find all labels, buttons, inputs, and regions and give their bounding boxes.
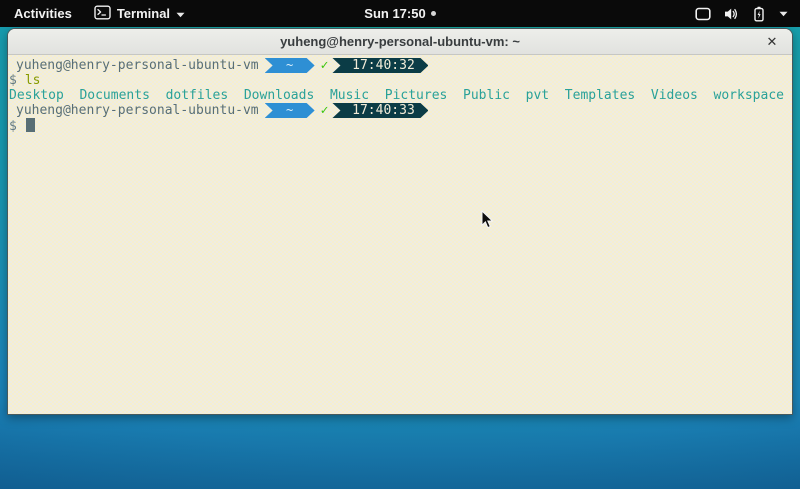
battery-charging-icon: [752, 6, 766, 22]
file-item: Downloads: [244, 88, 314, 103]
chevron-down-icon: [176, 6, 185, 21]
file-item: workspace: [714, 88, 784, 103]
command-line: $ ls: [9, 73, 791, 88]
file-item: Documents: [79, 88, 149, 103]
notification-dot: [431, 11, 436, 16]
terminal-icon: [94, 5, 111, 23]
powerline-time-segment: 17:40:33: [332, 103, 428, 118]
status-check-icon: ✓: [321, 103, 329, 118]
file-item: Templates: [565, 88, 635, 103]
top-bar: Activities Terminal Sun 17:50: [0, 0, 800, 27]
file-item: Videos: [651, 88, 698, 103]
prompt-user-host: yuheng@henry-personal-ubuntu-vm: [16, 103, 259, 118]
powerline-time-segment: 17:40:32: [332, 58, 428, 73]
powerline-cwd-segment: ~: [265, 103, 315, 118]
file-item: dotfiles: [166, 88, 229, 103]
typed-command: ls: [25, 73, 41, 88]
current-input-line: $: [9, 118, 791, 133]
close-icon[interactable]: ✕: [761, 29, 783, 55]
file-item: Desktop: [9, 88, 64, 103]
prompt-line: yuheng@henry-personal-ubuntu-vm ~ ✓ 17:4…: [9, 103, 791, 118]
terminal-window: yuheng@henry-personal-ubuntu-vm: ~ ✕ yuh…: [7, 28, 793, 415]
file-list: Desktop Documents dotfiles Downloads Mus…: [9, 88, 791, 103]
app-menu-label: Terminal: [117, 6, 170, 21]
terminal-cursor: [26, 118, 35, 132]
window-titlebar[interactable]: yuheng@henry-personal-ubuntu-vm: ~ ✕: [8, 29, 792, 55]
prompt-user-host: yuheng@henry-personal-ubuntu-vm: [16, 58, 259, 73]
mouse-cursor: [481, 210, 494, 235]
screen-icon: [695, 7, 711, 21]
file-item: pvt: [526, 88, 549, 103]
file-item: Music: [330, 88, 369, 103]
powerline-cwd-segment: ~: [265, 58, 315, 73]
file-item: Public: [463, 88, 510, 103]
volume-icon: [724, 7, 739, 21]
system-status-area[interactable]: [695, 0, 800, 27]
terminal-screen[interactable]: yuheng@henry-personal-ubuntu-vm ~ ✓ 17:4…: [8, 55, 792, 414]
prompt-symbol: $: [9, 73, 17, 88]
desktop: Activities Terminal Sun 17:50: [0, 0, 800, 489]
window-title: yuheng@henry-personal-ubuntu-vm: ~: [280, 34, 520, 49]
status-check-icon: ✓: [321, 58, 329, 73]
system-menu-chevron-icon: [779, 11, 788, 17]
file-item: Pictures: [385, 88, 448, 103]
clock-button[interactable]: Sun 17:50: [364, 6, 435, 21]
activities-label: Activities: [14, 6, 72, 21]
app-menu-terminal[interactable]: Terminal: [90, 0, 189, 27]
prompt-line: yuheng@henry-personal-ubuntu-vm ~ ✓ 17:4…: [9, 58, 791, 73]
clock-label: Sun 17:50: [364, 6, 425, 21]
activities-button[interactable]: Activities: [10, 0, 76, 27]
prompt-symbol: $: [9, 119, 17, 134]
